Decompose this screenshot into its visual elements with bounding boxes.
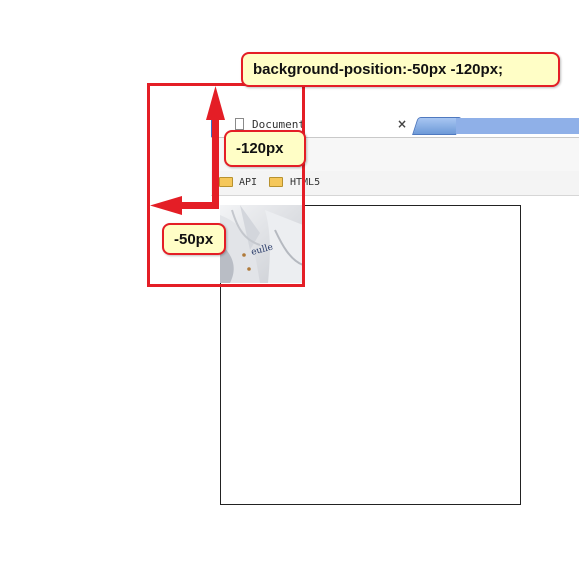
arrow-up-icon xyxy=(206,86,225,208)
y-offset-callout: -120px xyxy=(224,130,306,167)
arrow-left-icon xyxy=(150,196,219,215)
x-offset-callout: -50px xyxy=(162,223,226,255)
css-rule-callout: background-position:-50px -120px; xyxy=(241,52,560,87)
